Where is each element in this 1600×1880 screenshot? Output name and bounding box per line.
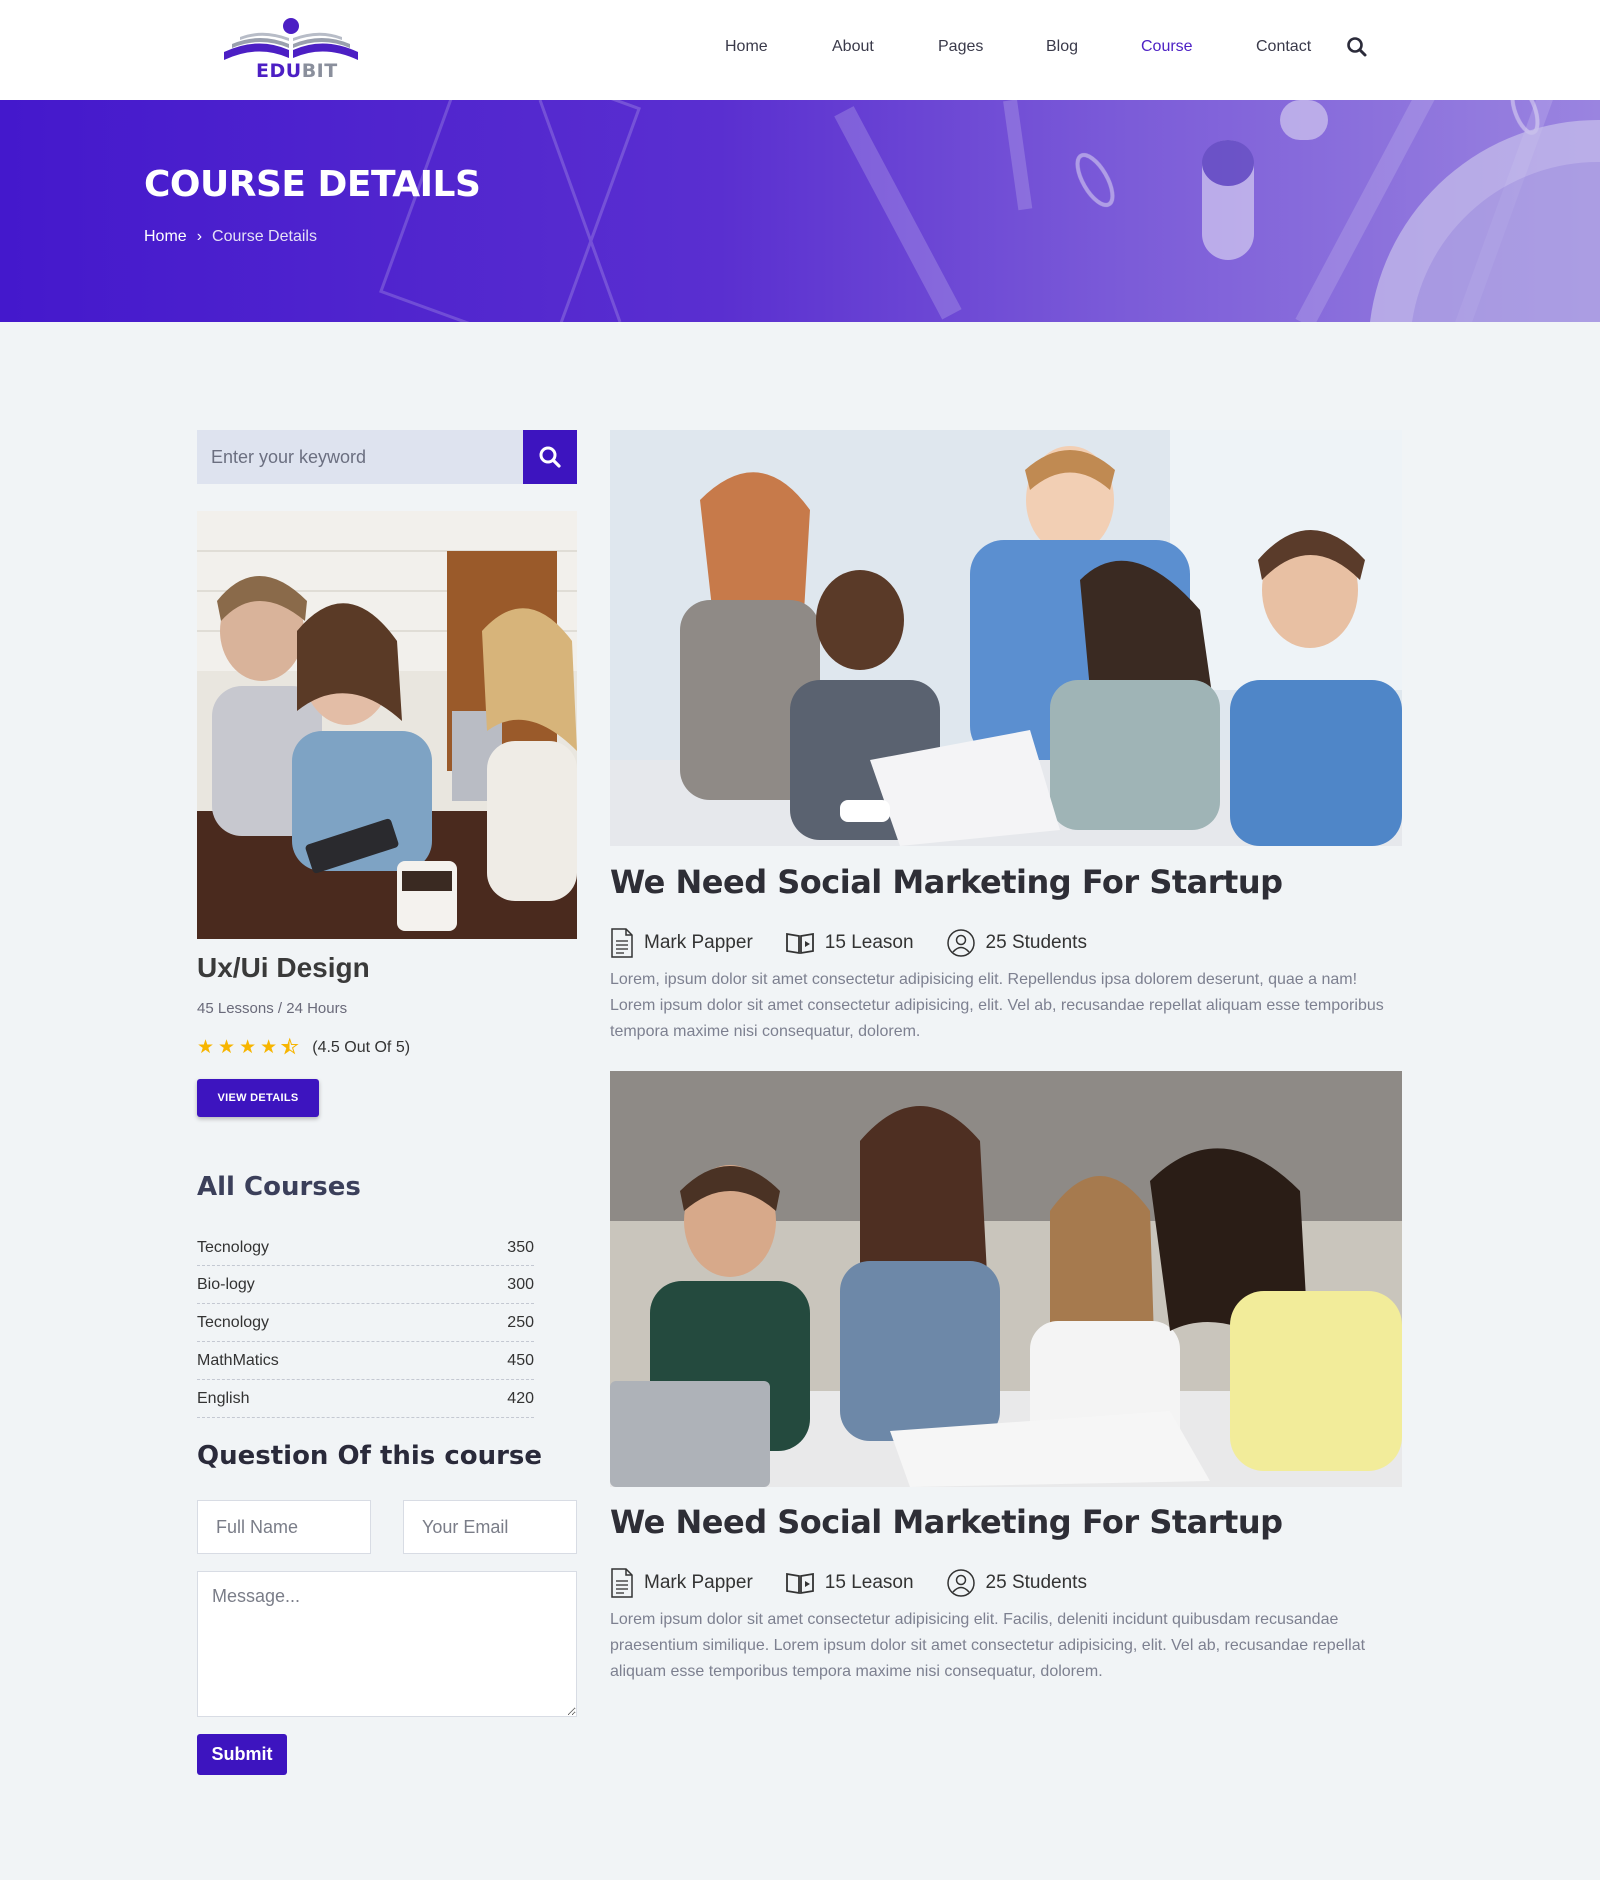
- site-header: EDUBIT Home About Pages Blog Course Cont…: [0, 0, 1600, 100]
- list-item[interactable]: Bio-logy 300: [197, 1266, 534, 1304]
- view-details-button[interactable]: VIEW DETAILS: [197, 1079, 319, 1117]
- post-students: 25 Students: [946, 1568, 1087, 1598]
- student-icon: [946, 1569, 975, 1597]
- breadcrumb-home[interactable]: Home: [144, 228, 187, 246]
- list-item[interactable]: English 420: [197, 1380, 534, 1418]
- post-students: 25 Students: [946, 928, 1087, 958]
- course-category-count: 300: [507, 1275, 534, 1293]
- post-meta: Mark Papper 15 Leason 25 Students: [610, 1568, 1119, 1598]
- all-courses-list: Tecnology 350 Bio-logy 300 Tecnology 250 Ma…: [197, 1230, 534, 1418]
- page-title: COURSE DETAILS: [144, 164, 481, 205]
- post-lessons: 15 Leason: [785, 1571, 914, 1595]
- question-form-heading: Question Of this course: [197, 1441, 543, 1471]
- post-description: Lorem ipsum dolor sit amet consectetur a…: [610, 1611, 1366, 1680]
- star-full-icon: ★: [239, 1037, 257, 1058]
- post-description: Lorem, ipsum dolor sit amet consectetur …: [610, 971, 1384, 1040]
- course-category-name: English: [197, 1389, 250, 1407]
- star-half-icon: ★: [281, 1037, 299, 1058]
- banner-stationery-background: [379, 100, 1600, 322]
- course-category-count: 350: [507, 1238, 534, 1256]
- search-icon[interactable]: [1346, 36, 1368, 58]
- course-title: Ux/Ui Design: [197, 952, 370, 983]
- rating-text: (4.5 Out Of 5): [312, 1038, 411, 1056]
- list-item[interactable]: MathMatics 450: [197, 1342, 534, 1380]
- post-author: Mark Papper: [610, 1568, 753, 1598]
- search-icon: [539, 446, 561, 468]
- course-category-count: 420: [507, 1389, 534, 1407]
- chevron-right-icon: ›: [196, 228, 203, 245]
- post-title[interactable]: We Need Social Marketing For Startup: [610, 1503, 1283, 1541]
- nav-course[interactable]: Course: [1141, 38, 1193, 56]
- breadcrumb: Home › Course Details: [144, 228, 317, 246]
- book-open-icon: [785, 932, 814, 955]
- post-meta: Mark Papper 15 Leason 25 Students: [610, 928, 1119, 958]
- star-full-icon: ★: [197, 1037, 215, 1058]
- search-input[interactable]: [197, 430, 523, 484]
- course-category-name: MathMatics: [197, 1351, 279, 1369]
- post-lessons: 15 Leason: [785, 931, 914, 955]
- course-category-name: Tecnology: [197, 1313, 270, 1331]
- nav-about[interactable]: About: [832, 38, 874, 56]
- document-icon: [611, 1568, 633, 1598]
- student-icon: [946, 929, 975, 957]
- course-category-count: 250: [507, 1313, 534, 1331]
- post-title[interactable]: We Need Social Marketing For Startup: [610, 863, 1283, 901]
- post-image-team-meeting[interactable]: [610, 430, 1402, 846]
- nav-pages[interactable]: Pages: [938, 38, 983, 56]
- all-courses-heading: All Courses: [197, 1172, 361, 1202]
- course-category-name: Bio-logy: [197, 1275, 255, 1293]
- star-full-icon: ★: [260, 1037, 278, 1058]
- brand-name: EDUBIT: [256, 60, 338, 82]
- list-item[interactable]: Tecnology 350: [197, 1230, 534, 1266]
- post-author: Mark Papper: [610, 928, 753, 958]
- nav-home[interactable]: Home: [725, 38, 768, 56]
- course-meta: 45 Lessons / 24 Hours: [197, 1000, 348, 1017]
- page-banner: COURSE DETAILS Home › Course Details: [0, 100, 1600, 322]
- nav-contact[interactable]: Contact: [1256, 38, 1311, 56]
- search-button[interactable]: [523, 430, 577, 484]
- nav-blog[interactable]: Blog: [1046, 38, 1078, 56]
- submit-button[interactable]: Submit: [197, 1734, 287, 1775]
- course-image-students-laptop: [197, 511, 577, 939]
- book-open-icon: [785, 1572, 814, 1595]
- email-field[interactable]: [403, 1500, 577, 1554]
- message-field[interactable]: [197, 1571, 577, 1717]
- course-category-count: 450: [507, 1351, 534, 1369]
- breadcrumb-current: Course Details: [212, 228, 317, 245]
- document-icon: [611, 928, 633, 958]
- full-name-field[interactable]: [197, 1500, 371, 1554]
- post-image-students-working[interactable]: [610, 1071, 1402, 1487]
- course-category-name: Tecnology: [197, 1238, 270, 1256]
- course-rating: ★ ★ ★ ★ ★ (4.5 Out Of 5): [197, 1037, 411, 1058]
- list-item[interactable]: Tecnology 250: [197, 1304, 534, 1342]
- star-full-icon: ★: [218, 1037, 236, 1058]
